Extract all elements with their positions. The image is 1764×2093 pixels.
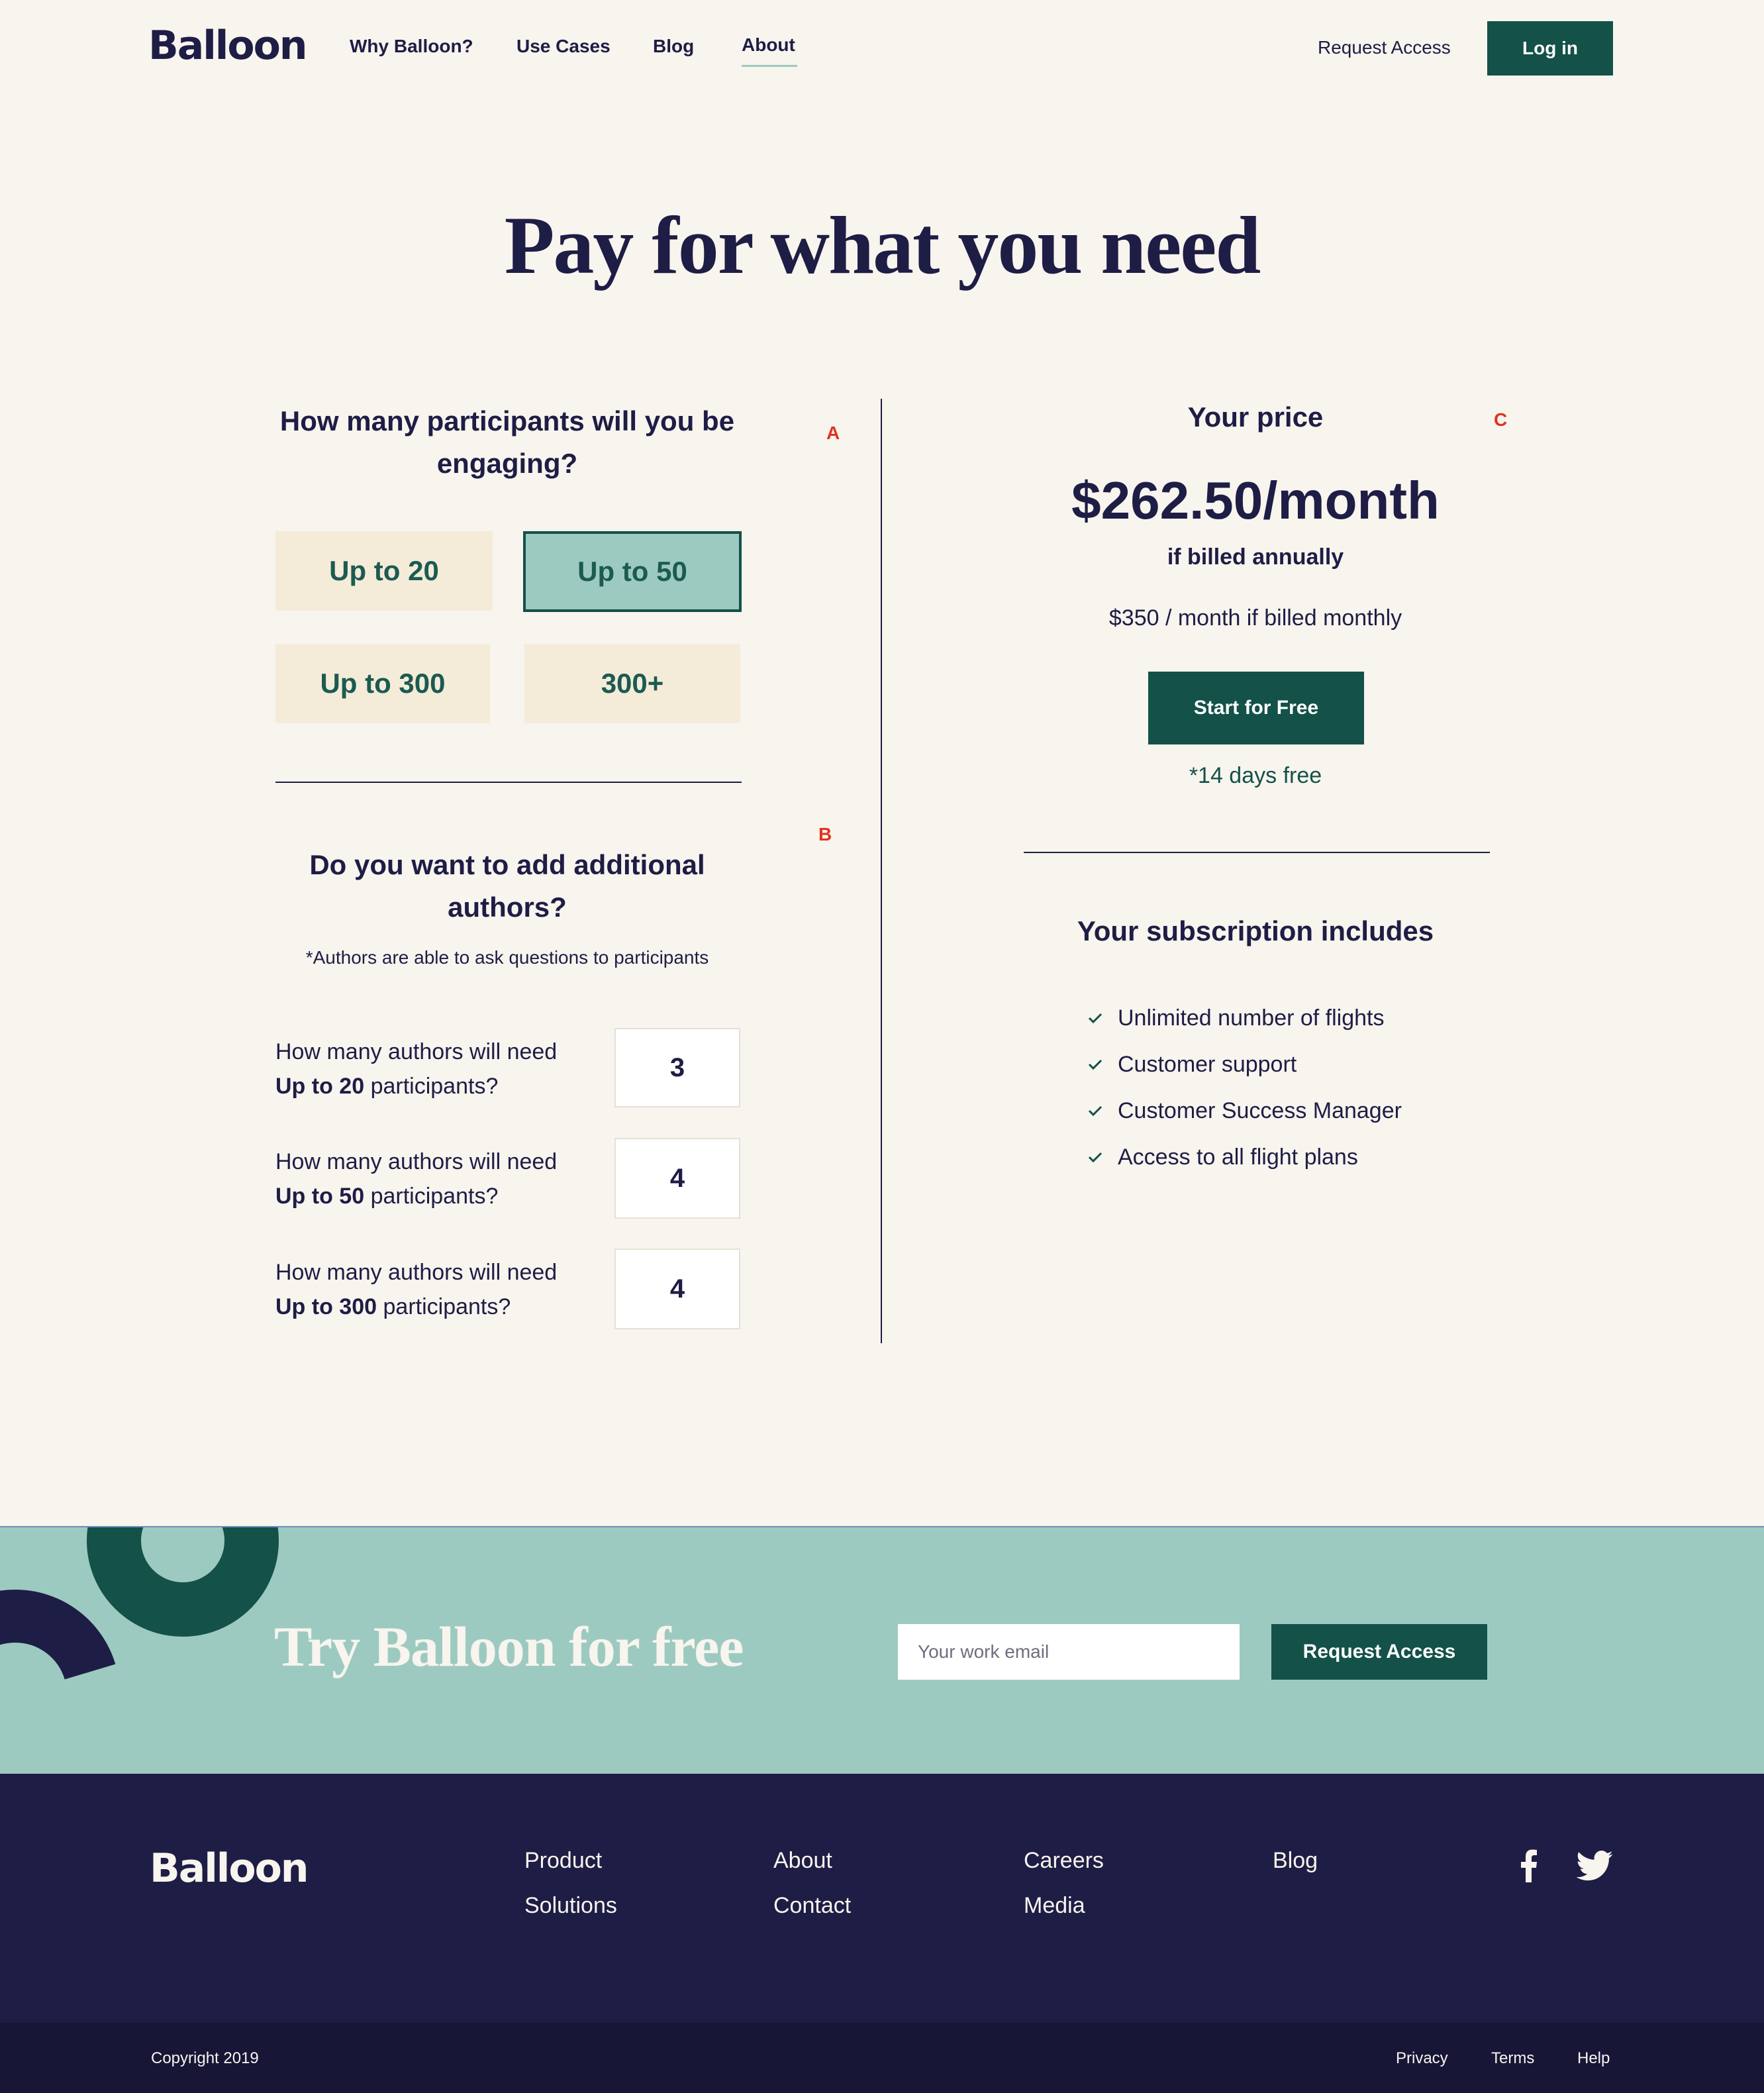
check-icon bbox=[1088, 1152, 1102, 1163]
copyright: Copyright 2019 bbox=[151, 2049, 259, 2067]
participants-question: How many participants will you be engagi… bbox=[279, 405, 735, 479]
footer-logo[interactable]: Balloon bbox=[150, 1845, 309, 1892]
footer-link-blog[interactable]: Blog bbox=[1273, 1848, 1318, 1874]
start-for-free-button[interactable]: Start for Free bbox=[1148, 672, 1364, 744]
authors-row-question: How many authors will need Up to 20 part… bbox=[275, 1039, 558, 1099]
marker-c: C bbox=[1494, 409, 1508, 430]
cta-title: Try Balloon for free bbox=[274, 1615, 744, 1678]
footer-link-solutions[interactable]: Solutions bbox=[524, 1893, 617, 1919]
footer-bottom-bar: Copyright 2019 Privacy Terms Help bbox=[0, 2023, 1764, 2093]
footer-terms-link[interactable]: Terms bbox=[1491, 2049, 1534, 2068]
option-up-to-20[interactable]: Up to 20 bbox=[275, 531, 493, 611]
section-divider bbox=[275, 782, 742, 783]
footer-privacy-link[interactable]: Privacy bbox=[1396, 2049, 1448, 2068]
nav-active-underline bbox=[742, 65, 797, 67]
check-icon bbox=[1088, 1013, 1102, 1024]
footer-link-about[interactable]: About bbox=[773, 1848, 832, 1874]
footer: Balloon Product Solutions About Contact … bbox=[0, 1774, 1764, 2023]
option-up-to-300[interactable]: Up to 300 bbox=[275, 644, 490, 723]
check-icon bbox=[1088, 1059, 1102, 1070]
footer-help-link[interactable]: Help bbox=[1577, 2049, 1610, 2068]
includes-title: Your subscription includes bbox=[1077, 915, 1434, 946]
twitter-icon[interactable] bbox=[1576, 1851, 1613, 1881]
billed-monthly: $350 / month if billed monthly bbox=[1108, 605, 1402, 631]
header-request-access[interactable]: Request Access bbox=[1318, 37, 1451, 58]
includes-item: Access to all flight plans bbox=[1087, 1134, 1402, 1180]
authors-count-up-to-300[interactable]: 4 bbox=[614, 1249, 740, 1329]
option-300-plus[interactable]: 300+ bbox=[524, 644, 740, 723]
email-input[interactable]: Your work email bbox=[898, 1624, 1240, 1680]
billed-annually: if billed annually bbox=[1167, 544, 1344, 570]
your-price-label: Your price bbox=[1187, 401, 1324, 433]
column-divider bbox=[881, 399, 882, 1343]
nav-about[interactable]: About bbox=[742, 34, 795, 56]
cta-request-access-button[interactable]: Request Access bbox=[1271, 1624, 1487, 1680]
price-amount: $262.50/month bbox=[1071, 471, 1440, 530]
authors-row-question: How many authors will need Up to 300 par… bbox=[275, 1260, 558, 1319]
includes-item: Customer Success Manager bbox=[1087, 1088, 1402, 1134]
authors-count-up-to-20[interactable]: 3 bbox=[614, 1028, 740, 1107]
footer-link-product[interactable]: Product bbox=[524, 1848, 602, 1874]
logo[interactable]: Balloon bbox=[148, 23, 308, 69]
authors-question: Do you want to add additional authors? bbox=[309, 849, 705, 923]
login-button[interactable]: Log in bbox=[1487, 21, 1613, 76]
includes-item: Unlimited number of flights bbox=[1087, 995, 1402, 1041]
marker-a: A bbox=[826, 423, 840, 443]
decorative-shapes bbox=[0, 1527, 279, 1680]
footer-link-media[interactable]: Media bbox=[1024, 1893, 1085, 1919]
includes-list: Unlimited number of flights Customer sup… bbox=[1087, 995, 1402, 1180]
cta-band: Try Balloon for free Your work email Req… bbox=[0, 1526, 1764, 1774]
nav-blog[interactable]: Blog bbox=[653, 36, 694, 57]
includes-item: Customer support bbox=[1087, 1041, 1402, 1088]
authors-note: *Authors are able to ask questions to pa… bbox=[305, 947, 709, 968]
nav-use-cases[interactable]: Use Cases bbox=[516, 36, 611, 57]
authors-count-up-to-50[interactable]: 4 bbox=[614, 1138, 740, 1219]
authors-row-question: How many authors will need Up to 50 part… bbox=[275, 1149, 558, 1209]
pricing-divider bbox=[1024, 852, 1490, 853]
marker-b: B bbox=[818, 824, 832, 844]
nav-why-balloon[interactable]: Why Balloon? bbox=[350, 36, 473, 57]
footer-link-contact[interactable]: Contact bbox=[773, 1893, 851, 1919]
trial-note: *14 days free bbox=[1189, 763, 1322, 788]
check-icon bbox=[1088, 1105, 1102, 1117]
footer-link-careers[interactable]: Careers bbox=[1024, 1848, 1104, 1874]
page-title: Pay for what you need bbox=[504, 200, 1261, 291]
facebook-icon[interactable] bbox=[1520, 1849, 1538, 1882]
option-up-to-50[interactable]: Up to 50 bbox=[523, 531, 742, 612]
